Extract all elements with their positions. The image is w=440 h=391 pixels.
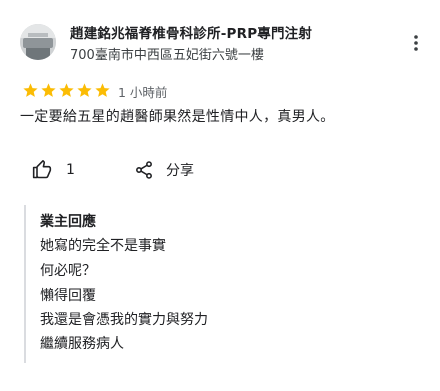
review-time: 1 小時前 (118, 85, 168, 100)
owner-reply-line: 我還是會憑我的實力與努力 (40, 312, 208, 328)
review-text: 一定要給五星的趙醫師果然是性情中人，真男人。 (20, 109, 335, 125)
share-label: 分享 (166, 163, 194, 179)
owner-reply-line: 懶得回覆 (40, 288, 96, 304)
owner-reply: 業主回應 她寫的完全不是事實 何必呢？ 懶得回覆 我還是會憑我的實力與努力 繼續… (24, 205, 326, 363)
share-button[interactable]: 分享 (134, 160, 194, 180)
business-name[interactable]: 趙建銘兆福脊椎骨科診所-PRP專門注射 (70, 22, 312, 42)
business-address: 700臺南市中西區五妃街六號一樓 (70, 48, 264, 63)
owner-reply-line: 何必呢？ (40, 263, 96, 279)
business-avatar[interactable] (20, 24, 56, 60)
like-count: 1 (66, 162, 75, 178)
star-icon (23, 83, 38, 97)
star-rating (22, 82, 111, 99)
owner-reply-line: 她寫的完全不是事實 (40, 238, 166, 254)
star-icon (41, 83, 56, 97)
like-button[interactable]: 1 (32, 160, 75, 180)
more-options-button[interactable] (406, 31, 426, 55)
share-icon (136, 161, 152, 179)
star-icon (95, 83, 110, 97)
owner-reply-title: 業主回應 (40, 214, 96, 230)
star-icon (59, 83, 74, 97)
star-icon (77, 83, 92, 97)
more-vert-icon (414, 35, 418, 51)
business-photo-icon (20, 24, 56, 60)
owner-reply-line: 繼續服務病人 (40, 336, 124, 352)
thumb-up-icon (32, 160, 52, 179)
